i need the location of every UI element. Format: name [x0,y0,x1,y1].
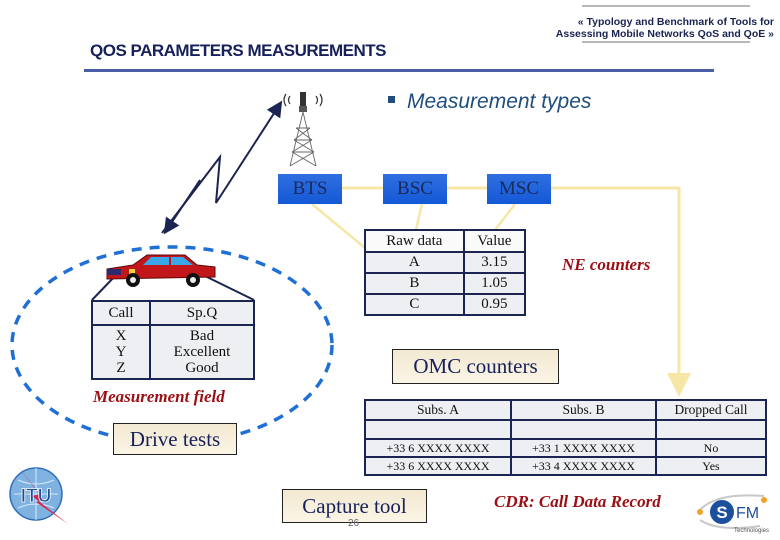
table-row: +33 6 XXXX XXXX +33 4 XXXX XXXX Yes [364,456,767,476]
node-bsc: BSC [383,174,447,204]
value-cell: 1.05 [462,272,527,295]
header-spq: Sp.Q [149,300,255,326]
raw-data-cell: A [364,251,465,274]
spq-value: Good [185,360,219,376]
table-header-row: Raw data Value [364,229,527,253]
table-header-row: Call Sp.Q [91,300,255,326]
cdr-label: CDR: Call Data Record [494,492,661,511]
table-row [364,419,767,440]
table-row: B 1.05 [364,272,527,295]
itu-logo-text: ITU [21,486,52,507]
call-id: Z [116,360,126,376]
table-header-row: Subs. A Subs. B Dropped Call [364,399,767,421]
sfm-s-letter: S [716,503,727,522]
header-raw-data: Raw data [364,229,465,253]
raw-data-cell: B [364,272,465,295]
call-id: Y [115,344,127,360]
omc-counters-label: OMC counters [392,349,559,384]
ne-counters-table: Raw data Value A 3.15 B 1.05 C 0.95 [364,229,527,316]
subs-b-cell: +33 4 XXXX XXXX [510,456,657,476]
header-subs-a: Subs. A [364,399,512,421]
raw-data-cell: C [364,293,465,316]
car-icon [106,254,216,287]
header-subs-b: Subs. B [510,399,657,421]
table-row: +33 6 XXXX XXXX +33 1 XXXX XXXX No [364,438,767,458]
table-row: C 0.95 [364,293,527,316]
dropped-call-cell: No [655,438,767,458]
ne-counters-label: NE counters [562,255,651,274]
table-row: A 3.15 [364,251,527,274]
call-id: X [115,328,127,344]
header-value: Value [462,229,527,253]
drive-tests-label: Drive tests [113,423,237,455]
subs-b-cell: +33 1 XXXX XXXX [510,438,657,458]
measurement-field-label: Measurement field [93,387,225,406]
header-call: Call [91,300,151,326]
sfm-tagline: Technologies [734,528,769,534]
table-row: X Y Z Bad Excellent Good [91,324,255,380]
sfm-technologies-logo-icon: S FM Technologies [697,494,769,534]
header-dropped-call: Dropped Call [655,399,767,421]
subs-a-cell: +33 6 XXXX XXXX [364,456,512,476]
node-bts: BTS [278,174,342,204]
subs-a-cell [364,419,512,440]
spq-value: Bad [189,328,215,344]
spq-value: Excellent [173,344,231,360]
drive-test-table: Call Sp.Q X Y Z Bad Excellent Good [91,300,255,380]
node-msc: MSC [487,174,551,204]
cdr-table: Subs. A Subs. B Dropped Call +33 6 XXXX … [364,399,767,476]
subs-a-cell: +33 6 XXXX XXXX [364,438,512,458]
value-cell: 3.15 [462,251,527,274]
spq-values-cell: Bad Excellent Good [149,324,255,380]
cell-tower-icon [283,92,323,167]
call-ids-cell: X Y Z [91,324,151,380]
radio-link-arrow-down [163,179,201,235]
radio-link-arrow [161,100,283,234]
value-cell: 0.95 [462,293,527,316]
sfm-fm-letters: FM [736,505,759,522]
dropped-call-cell: Yes [655,456,767,476]
dropped-call-cell [655,419,767,440]
itu-logo-icon: ITU [9,464,68,524]
subs-b-cell [510,419,657,440]
page-number: 26 [348,518,360,529]
